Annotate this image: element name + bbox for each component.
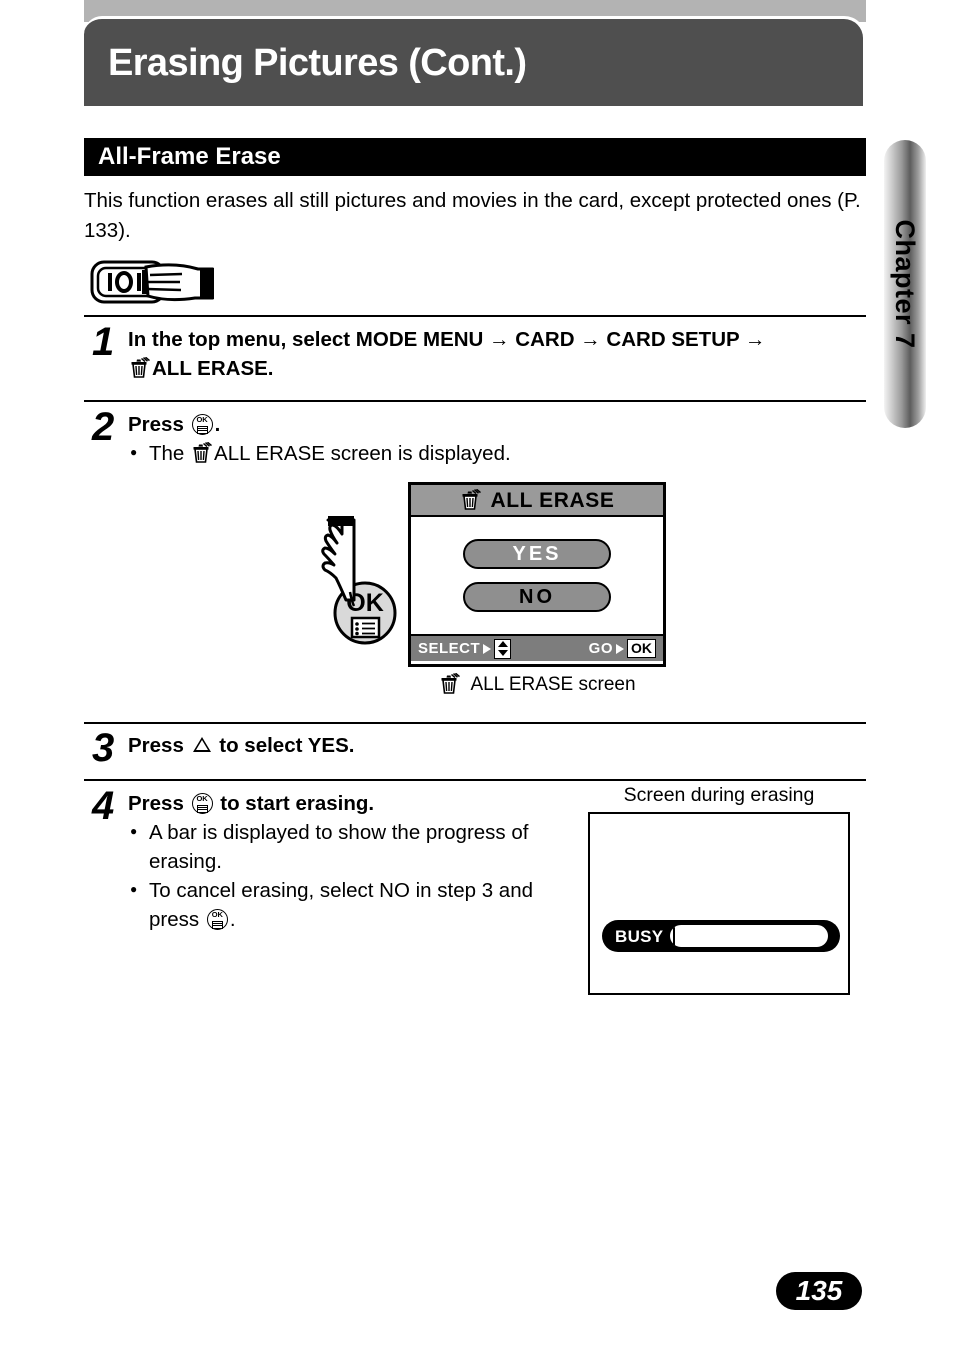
lcd-title-bar: ALL ERASE bbox=[411, 485, 663, 517]
step-3-prefix: Press bbox=[128, 734, 184, 757]
right-arrow-icon bbox=[483, 643, 492, 654]
arrow-icon-2: → bbox=[580, 328, 601, 351]
step-divider-2 bbox=[84, 400, 866, 402]
pad-down-icon bbox=[497, 650, 508, 656]
progress-bar bbox=[670, 925, 829, 947]
lcd-select-label: SELECT bbox=[418, 640, 481, 657]
trash-icon bbox=[438, 672, 461, 695]
step-2-suffix: . bbox=[214, 413, 221, 436]
lcd-go-hint: GO OK bbox=[589, 639, 656, 658]
page-header: Erasing Pictures (Cont.) bbox=[84, 16, 866, 106]
step-4-bullet-2-post: . bbox=[229, 908, 236, 931]
page-number: 135 bbox=[776, 1272, 862, 1310]
ok-badge-icon: OK bbox=[627, 639, 656, 658]
step-number-2: 2 bbox=[92, 405, 115, 449]
trash-icon bbox=[459, 488, 482, 511]
arrow-icon-3: → bbox=[745, 328, 766, 351]
lcd-caption-text: ALL ERASE screen bbox=[470, 673, 636, 695]
page-title: Erasing Pictures (Cont.) bbox=[108, 41, 527, 84]
arrow-icon-1: → bbox=[489, 328, 510, 351]
ok-button-icon bbox=[191, 793, 213, 814]
ok-button-icon bbox=[191, 414, 213, 435]
section-intro-text: This function erases all still pictures … bbox=[84, 189, 861, 242]
step-divider-4 bbox=[84, 779, 866, 781]
lcd-no-button[interactable]: NO bbox=[463, 582, 611, 612]
busy-label: BUSY bbox=[615, 926, 664, 946]
step-number-3: 3 bbox=[92, 726, 115, 770]
step-number-4: 4 bbox=[92, 784, 115, 828]
ok-button-icon bbox=[206, 909, 228, 930]
busy-screen-caption: Screen during erasing bbox=[623, 784, 815, 806]
step-4-bullet-2: To cancel erasing, select NO in step 3 a… bbox=[128, 875, 558, 934]
step-2-bullet-1: The ALL ERASE screen is displayed. bbox=[128, 438, 728, 468]
trash-icon bbox=[190, 441, 213, 464]
pad-up-icon bbox=[497, 641, 508, 647]
progress-bar-fill bbox=[673, 927, 676, 946]
step-2-prefix: Press bbox=[128, 413, 184, 436]
trash-icon bbox=[128, 356, 150, 379]
section-heading-label: All-Frame Erase bbox=[98, 143, 281, 170]
step-4-suffix: to start erasing. bbox=[220, 792, 375, 815]
step-4-prefix: Press bbox=[128, 792, 184, 815]
lcd-select-hint: SELECT bbox=[418, 638, 512, 659]
step-4-text: Press to start erasing. A bar is display… bbox=[128, 789, 558, 934]
chapter-tab-label: Chapter 7 bbox=[890, 219, 921, 349]
step-1-seg2: CARD bbox=[515, 328, 575, 351]
hand-pressing-ok-illustration: OK bbox=[316, 508, 398, 650]
step-2-head: Press . bbox=[128, 413, 220, 436]
step-2-text: Press . The ALL ERASE screen is displaye… bbox=[128, 410, 728, 468]
step-4-head: Press to start erasing. bbox=[128, 792, 374, 815]
lcd-go-label: GO bbox=[588, 640, 613, 657]
lcd-yes-button[interactable]: YES bbox=[463, 539, 611, 569]
step-divider-3 bbox=[84, 722, 866, 724]
step-number-1: 1 bbox=[92, 320, 115, 364]
step-1-prefix: In the top menu, select MODE MENU bbox=[128, 328, 484, 351]
step-divider-1 bbox=[84, 315, 866, 317]
busy-screen-illustration: BUSY bbox=[588, 812, 850, 995]
lcd-status-bar: SELECT GO OK bbox=[411, 634, 663, 661]
step-1-line1: In the top menu, select MODE MENU → CARD… bbox=[128, 328, 766, 351]
step-4-bullet-1: A bar is displayed to show the progress … bbox=[128, 817, 558, 876]
lcd-body: YES NO bbox=[411, 517, 663, 634]
section-heading-bar: All-Frame Erase bbox=[84, 138, 866, 176]
step-1-seg3: CARD SETUP bbox=[606, 328, 740, 351]
right-arrow-icon bbox=[616, 643, 624, 654]
arrow-pad-up-icon bbox=[192, 737, 211, 752]
all-erase-screen-illustration: ALL ERASE YES NO SELECT GO OK bbox=[408, 482, 666, 667]
step-3-text: Press to select YES. bbox=[128, 731, 728, 760]
step-2-bullet-pre: The bbox=[149, 442, 185, 465]
step-1-text: In the top menu, select MODE MENU → CARD… bbox=[128, 325, 866, 383]
updown-pad-icon bbox=[494, 638, 512, 659]
chapter-tab: Chapter 7 bbox=[884, 140, 926, 428]
lcd-caption: ALL ERASE screen bbox=[408, 672, 666, 695]
step-2-bullet-post: ALL ERASE screen is displayed. bbox=[214, 442, 511, 465]
camera-mode-dial-hand-icon bbox=[90, 258, 218, 306]
busy-progress-row: BUSY bbox=[602, 920, 840, 952]
step-1-trailing: ALL ERASE. bbox=[152, 357, 274, 380]
lcd-title-text: ALL ERASE bbox=[490, 488, 615, 512]
step-4-bullet-2-pre: To cancel erasing, select NO in step 3 a… bbox=[149, 879, 534, 931]
step-3-suffix: to select YES. bbox=[219, 734, 355, 757]
